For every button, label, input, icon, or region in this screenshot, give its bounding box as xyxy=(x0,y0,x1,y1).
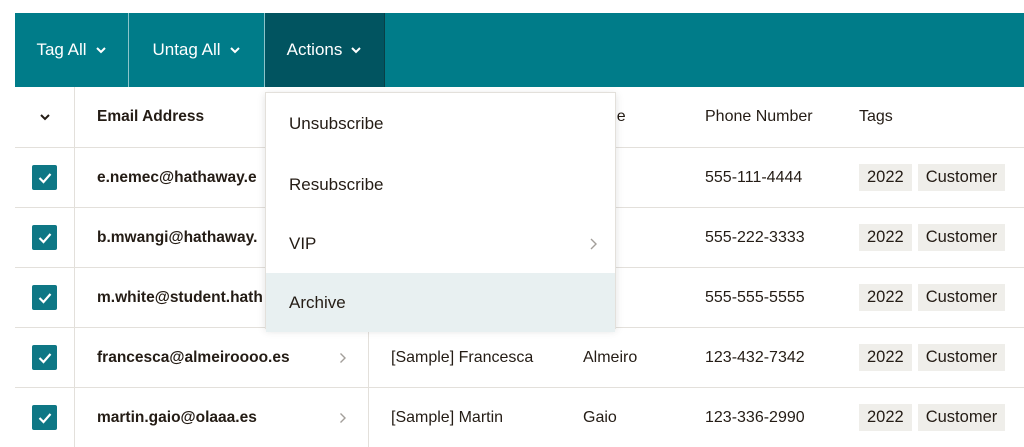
table-row[interactable]: martin.gaio@olaaa.es [Sample] Martin Gai… xyxy=(15,388,1024,447)
row-checkbox[interactable] xyxy=(32,225,57,250)
phone-column-header[interactable]: Phone Number xyxy=(705,87,845,147)
chevron-down-icon xyxy=(229,47,240,54)
row-checkbox[interactable] xyxy=(32,345,57,370)
chevron-right-icon[interactable] xyxy=(333,388,353,447)
tags-cell: 2022 Customer xyxy=(859,328,1024,387)
tag-pill[interactable]: Customer xyxy=(917,164,1006,191)
actions-label: Actions xyxy=(286,40,343,59)
tags-cell: 2022 Customer xyxy=(859,148,1024,207)
email-cell[interactable]: francesca@almeiroooo.es xyxy=(97,328,367,387)
menu-item-vip[interactable]: VIP xyxy=(266,214,615,273)
tag-pill[interactable]: Customer xyxy=(917,224,1006,251)
phone-cell: 555-555-5555 xyxy=(705,288,805,306)
last-name-cell: Almeiro xyxy=(583,348,638,366)
tags-cell: 2022 Customer xyxy=(859,208,1024,267)
first-name-cell: [Sample] Martin xyxy=(368,388,568,447)
check-icon xyxy=(38,232,51,244)
tag-pill[interactable]: 2022 xyxy=(859,344,912,371)
row-checkbox[interactable] xyxy=(32,165,57,190)
actions-button[interactable]: Actions xyxy=(265,13,385,87)
last-name-cell: Gaio xyxy=(583,408,617,426)
chevron-right-icon xyxy=(590,238,597,249)
untag-all-label: Untag All xyxy=(152,40,221,59)
tags-cell: 2022 Customer xyxy=(859,268,1024,327)
tags-cell: 2022 Customer xyxy=(859,388,1024,447)
chevron-down-icon xyxy=(95,47,106,54)
phone-cell: 123-432-7342 xyxy=(705,348,805,366)
check-icon xyxy=(38,352,51,364)
phone-cell: 555-111-4444 xyxy=(705,168,803,186)
menu-item-label: Archive xyxy=(289,292,346,312)
tag-pill[interactable]: 2022 xyxy=(859,404,912,431)
tag-pill[interactable]: Customer xyxy=(917,344,1006,371)
table-row[interactable]: francesca@almeiroooo.es [Sample] Frances… xyxy=(15,328,1024,388)
row-checkbox[interactable] xyxy=(32,405,57,430)
tag-pill[interactable]: Customer xyxy=(917,404,1006,431)
check-icon xyxy=(38,412,51,424)
tag-pill[interactable]: 2022 xyxy=(859,224,912,251)
menu-item-unsubscribe[interactable]: Unsubscribe xyxy=(266,93,615,155)
phone-cell: 123-336-2990 xyxy=(705,408,805,426)
phone-cell: 555-222-3333 xyxy=(705,228,805,246)
menu-item-resubscribe[interactable]: Resubscribe xyxy=(266,155,615,214)
chevron-down-icon xyxy=(39,114,50,121)
check-icon xyxy=(38,292,51,304)
actions-dropdown-menu: Unsubscribe Resubscribe VIP Archive xyxy=(265,92,616,332)
tag-all-button[interactable]: Tag All xyxy=(15,13,129,87)
chevron-down-icon xyxy=(351,47,362,54)
email-cell[interactable]: martin.gaio@olaaa.es xyxy=(97,388,367,447)
tags-column-header[interactable]: Tags xyxy=(859,87,1024,147)
menu-item-label: Resubscribe xyxy=(289,174,384,194)
menu-item-archive[interactable]: Archive xyxy=(266,273,615,332)
tag-pill[interactable]: Customer xyxy=(917,284,1006,311)
bulk-actions-toolbar: Tag All Untag All Actions xyxy=(15,13,1024,87)
chevron-right-icon[interactable] xyxy=(333,328,353,387)
untag-all-button[interactable]: Untag All xyxy=(129,13,265,87)
tag-all-label: Tag All xyxy=(36,40,87,59)
tag-pill[interactable]: 2022 xyxy=(859,284,912,311)
row-checkbox[interactable] xyxy=(32,285,57,310)
first-name-cell: [Sample] Francesca xyxy=(368,328,568,387)
check-icon xyxy=(38,172,51,184)
menu-item-label: VIP xyxy=(289,233,317,253)
select-all-toggle[interactable] xyxy=(15,87,75,147)
tag-pill[interactable]: 2022 xyxy=(859,164,912,191)
menu-item-label: Unsubscribe xyxy=(289,114,384,133)
